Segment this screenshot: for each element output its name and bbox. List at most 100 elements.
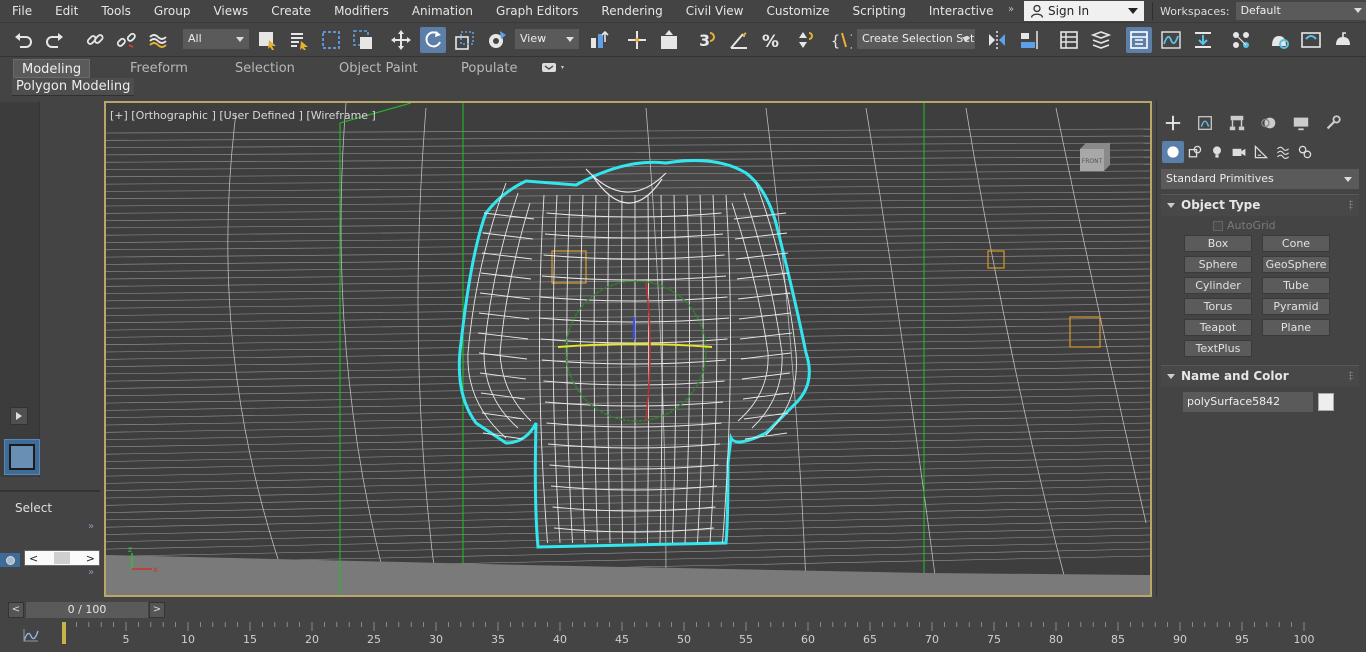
pivot-center-icon[interactable]: [586, 27, 612, 53]
cameras-category-icon[interactable]: [1228, 141, 1250, 163]
shapes-category-icon[interactable]: [1184, 141, 1206, 163]
menu-create[interactable]: Create: [259, 0, 322, 22]
curve-editor-icon[interactable]: [1158, 27, 1184, 53]
reference-coordinate-select[interactable]: View: [515, 29, 579, 49]
mirror-icon[interactable]: [984, 27, 1010, 53]
create-tab-icon[interactable]: [1162, 112, 1184, 134]
expand-icon[interactable]: »: [88, 567, 94, 578]
time-slider[interactable]: 0 / 100: [26, 602, 148, 618]
tab-populate[interactable]: Populate: [461, 59, 518, 78]
menu-file[interactable]: File: [0, 0, 43, 22]
menu-rendering[interactable]: Rendering: [589, 0, 673, 22]
viewport-label[interactable]: [+] [Orthographic ] [User Defined ] [Wir…: [110, 109, 376, 122]
menu-interactive[interactable]: Interactive: [917, 0, 1005, 22]
current-frame-marker[interactable]: [62, 622, 66, 644]
object-type-rollout[interactable]: Object Type: [1161, 194, 1359, 216]
select-manipulate-icon[interactable]: [624, 27, 650, 53]
cone-button[interactable]: Cone: [1262, 235, 1330, 252]
object-color-swatch[interactable]: [1318, 393, 1334, 411]
name-and-color-rollout[interactable]: Name and Color: [1161, 365, 1359, 387]
collapse-icon[interactable]: »: [88, 521, 94, 532]
workspaces-select[interactable]: Default: [1235, 2, 1366, 20]
bind-space-warp-icon[interactable]: [145, 27, 171, 53]
tab-freeform[interactable]: Freeform: [130, 59, 188, 78]
menu-views[interactable]: Views: [201, 0, 259, 22]
select-object-icon[interactable]: [254, 27, 280, 53]
tab-modeling[interactable]: Modeling: [13, 59, 91, 78]
menu-overflow-icon[interactable]: »: [1008, 4, 1014, 15]
textplus-button[interactable]: TextPlus: [1184, 340, 1252, 357]
scroll-left-arrow[interactable]: <: [29, 552, 38, 565]
menu-scripting[interactable]: Scripting: [840, 0, 916, 22]
selection-filter-select[interactable]: All: [183, 29, 249, 49]
menu-animation[interactable]: Animation: [400, 0, 484, 22]
schematic-view-icon[interactable]: [1190, 27, 1216, 53]
tab-selection[interactable]: Selection: [235, 59, 295, 78]
polygon-modeling-panel[interactable]: Polygon Modeling: [12, 78, 135, 96]
keyboard-shortcut-override-icon[interactable]: [656, 27, 682, 53]
render-production-icon[interactable]: [1330, 27, 1356, 53]
menu-graph-editors[interactable]: Graph Editors: [484, 0, 589, 22]
selection-radio[interactable]: [0, 553, 20, 567]
menu-civil-view[interactable]: Civil View: [674, 0, 755, 22]
rendered-frame-window-icon[interactable]: [1298, 27, 1324, 53]
object-category-select[interactable]: Standard Primitives: [1161, 169, 1359, 189]
sign-in-dropdown[interactable]: Sign In: [1024, 1, 1144, 21]
menu-edit[interactable]: Edit: [43, 0, 89, 22]
previous-frame-button[interactable]: <: [8, 602, 24, 618]
modify-tab-icon[interactable]: [1194, 112, 1216, 134]
viewcube[interactable]: FRONT: [1078, 141, 1112, 171]
menu-modifiers[interactable]: Modifiers: [322, 0, 400, 22]
geometry-category-icon[interactable]: [1162, 141, 1184, 163]
menu-tools[interactable]: Tools: [89, 0, 142, 22]
sphere-button[interactable]: Sphere: [1184, 256, 1252, 273]
rectangular-selection-icon[interactable]: [318, 27, 344, 53]
named-selection-set-select[interactable]: Create Selection Set: [857, 29, 975, 49]
scroll-thumb[interactable]: [54, 552, 70, 564]
edit-named-selection-icon[interactable]: { }: [828, 27, 854, 53]
teapot-button[interactable]: Teapot: [1184, 319, 1252, 336]
rotate-icon[interactable]: [420, 27, 446, 53]
utilities-tab-icon[interactable]: [1322, 112, 1344, 134]
redo-icon[interactable]: [42, 27, 68, 53]
expand-layouts-button[interactable]: [10, 407, 28, 425]
space-warps-category-icon[interactable]: [1272, 141, 1294, 163]
pyramid-button[interactable]: Pyramid: [1262, 298, 1330, 315]
viewport-layout-button[interactable]: [4, 439, 40, 475]
object-name-input[interactable]: polySurface5842: [1183, 392, 1313, 412]
tab-object-paint[interactable]: Object Paint: [339, 59, 418, 78]
spinner-snap-icon[interactable]: [790, 27, 816, 53]
layer-explorer-icon[interactable]: [1088, 27, 1114, 53]
undo-icon[interactable]: [10, 27, 36, 53]
align-icon[interactable]: [1016, 27, 1042, 53]
angle-snap-icon[interactable]: [726, 27, 752, 53]
select-by-name-icon[interactable]: [286, 27, 312, 53]
percent-snap-icon[interactable]: %: [758, 27, 784, 53]
next-frame-button[interactable]: >: [149, 602, 165, 618]
menu-group[interactable]: Group: [142, 0, 202, 22]
geosphere-button[interactable]: GeoSphere: [1262, 256, 1330, 273]
cylinder-button[interactable]: Cylinder: [1184, 277, 1252, 294]
link-icon[interactable]: [82, 27, 108, 53]
left-scrollbar[interactable]: < >: [24, 550, 100, 566]
helpers-category-icon[interactable]: [1250, 141, 1272, 163]
hierarchy-tab-icon[interactable]: [1226, 112, 1248, 134]
plane-button[interactable]: Plane: [1262, 319, 1330, 336]
ribbon-options-icon[interactable]: [540, 61, 568, 75]
curve-editor-mini-icon[interactable]: [22, 627, 40, 643]
window-crossing-icon[interactable]: [350, 27, 376, 53]
autogrid-checkbox[interactable]: AutoGrid: [1213, 219, 1276, 232]
snaps-toggle-icon[interactable]: 3: [694, 27, 720, 53]
display-tab-icon[interactable]: [1290, 112, 1312, 134]
scene-explorer-icon[interactable]: [1056, 27, 1082, 53]
box-button[interactable]: Box: [1184, 235, 1252, 252]
menu-customize[interactable]: Customize: [754, 0, 840, 22]
timeline-ruler[interactable]: 5 10 15 20 25 30 35 40 45 50 55 60 65 70 75 80 85 90 95 100: [62, 622, 1362, 652]
torus-button[interactable]: Torus: [1184, 298, 1252, 315]
tube-button[interactable]: Tube: [1262, 277, 1330, 294]
motion-tab-icon[interactable]: [1258, 112, 1280, 134]
viewport-orthographic[interactable]: x z [+] [Orthographic ] [User Defined ] …: [104, 101, 1152, 597]
place-icon[interactable]: [484, 27, 510, 53]
move-icon[interactable]: [388, 27, 414, 53]
material-editor-icon[interactable]: [1228, 27, 1254, 53]
